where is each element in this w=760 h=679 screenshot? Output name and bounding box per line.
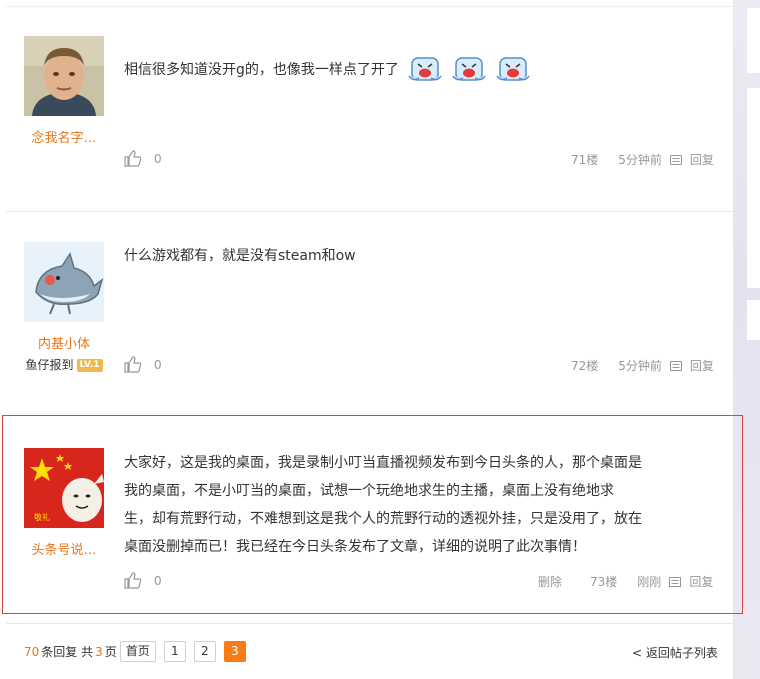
right-panel-card: [747, 8, 760, 73]
reply-post-71: 念我名字… 相信很多知道没开g的，也像我一样点了开了 0 71楼 5分钟前 回复: [6, 0, 733, 212]
reply-content: 大家好，这是我的桌面，我是录制小叮当直播视频发布到今日头条的人，那个桌面是 我的…: [124, 449, 724, 561]
total-replies: 70: [24, 644, 40, 659]
avatar-caption: 敬礼: [34, 512, 50, 522]
reply-icon: [669, 360, 682, 371]
reply-button[interactable]: 回复: [690, 151, 714, 168]
reply-content: 什么游戏都有，就是没有steam和ow: [124, 242, 356, 270]
thumbs-up-icon: [124, 572, 142, 589]
reply-meta: 72楼 5分钟前 回复: [571, 357, 714, 374]
user-avatar[interactable]: [24, 36, 104, 116]
like-button[interactable]: 0: [124, 150, 162, 167]
right-panel-card: [747, 88, 760, 288]
post-time: 刚刚: [637, 575, 662, 589]
reply-text: 什么游戏都有，就是没有steam和ow: [124, 248, 356, 264]
reply-content: 相信很多知道没开g的，也像我一样点了开了: [124, 56, 531, 84]
like-count: 0: [154, 151, 162, 166]
username[interactable]: 念我名字…: [14, 127, 114, 146]
reply-post-72: 内基小体 鱼仔报到 LV.1 什么游戏都有，就是没有steam和ow 0 72楼 …: [6, 212, 733, 400]
username[interactable]: 内基小体: [14, 333, 114, 352]
reply-text-line: 生，却有荒野行动，不难想到这是我个人的荒野行动的透视外挂，只是没用了，放在: [124, 511, 642, 527]
reply-post-73: 敬礼 头条号说… 大家好，这是我的桌面，我是录制小叮当直播视频发布到今日头条的人…: [2, 415, 743, 614]
replies-label: 条回复 共: [41, 645, 94, 659]
reply-meta: 删除 73楼 刚刚 回复: [538, 573, 713, 590]
reply-text-line: 桌面没删掉而已！我已经在今日头条发布了文章，详细的说明了此次事情！: [124, 539, 586, 555]
thumbs-up-icon: [124, 150, 142, 167]
post-time: 5分钟前: [618, 359, 662, 373]
reply-meta: 71楼 5分钟前 回复: [571, 151, 714, 168]
pagination: 70 条回复 共 3 页 首页 1 2 3: [24, 641, 254, 662]
reply-list: 念我名字… 相信很多知道没开g的，也像我一样点了开了 0 71楼 5分钟前 回复: [2, 0, 743, 679]
thumbs-up-icon: [124, 356, 142, 373]
laughing-crying-icon: [451, 56, 487, 84]
username[interactable]: 头条号说…: [14, 539, 114, 558]
divider: [6, 623, 733, 624]
reply-text-line: 大家好，这是我的桌面，我是录制小叮当直播视频发布到今日头条的人，那个桌面是: [124, 455, 642, 471]
badge-name: 鱼仔报到: [25, 358, 74, 372]
delete-button[interactable]: 删除: [538, 573, 562, 590]
page-button-3-current[interactable]: 3: [223, 641, 246, 662]
page-button-1[interactable]: 1: [163, 641, 186, 662]
laughing-crying-icon: [495, 56, 531, 84]
post-time: 5分钟前: [618, 153, 662, 167]
first-page-button[interactable]: 首页: [119, 641, 156, 662]
floor-number: 72楼: [571, 359, 599, 373]
like-count: 0: [154, 357, 162, 372]
floor-number: 71楼: [571, 153, 599, 167]
reply-icon: [669, 154, 682, 165]
reply-text-line: 我的桌面，不是小叮当的桌面，试想一个玩绝地求生的主播，桌面上没有绝地求: [124, 483, 614, 499]
total-pages: 3: [95, 644, 103, 659]
user-avatar[interactable]: 敬礼: [24, 448, 104, 528]
pages-label: 页: [104, 645, 117, 659]
laughing-crying-icon: [407, 56, 443, 84]
reply-button[interactable]: 回复: [689, 573, 713, 590]
page-button-2[interactable]: 2: [193, 641, 216, 662]
level-badge: LV.1: [76, 359, 103, 372]
reply-text: 相信很多知道没开g的，也像我一样点了开了: [124, 62, 399, 78]
like-count: 0: [154, 573, 162, 588]
back-to-list-link[interactable]: < 返回帖子列表: [632, 644, 718, 661]
floor-number: 73楼: [590, 575, 618, 589]
like-button[interactable]: 0: [124, 572, 162, 589]
reply-icon: [669, 576, 682, 587]
user-avatar[interactable]: [24, 242, 104, 322]
reply-button[interactable]: 回复: [690, 357, 714, 374]
right-panel-card: [747, 300, 760, 340]
like-button[interactable]: 0: [124, 356, 162, 373]
user-badge: 鱼仔报到 LV.1: [14, 356, 114, 373]
